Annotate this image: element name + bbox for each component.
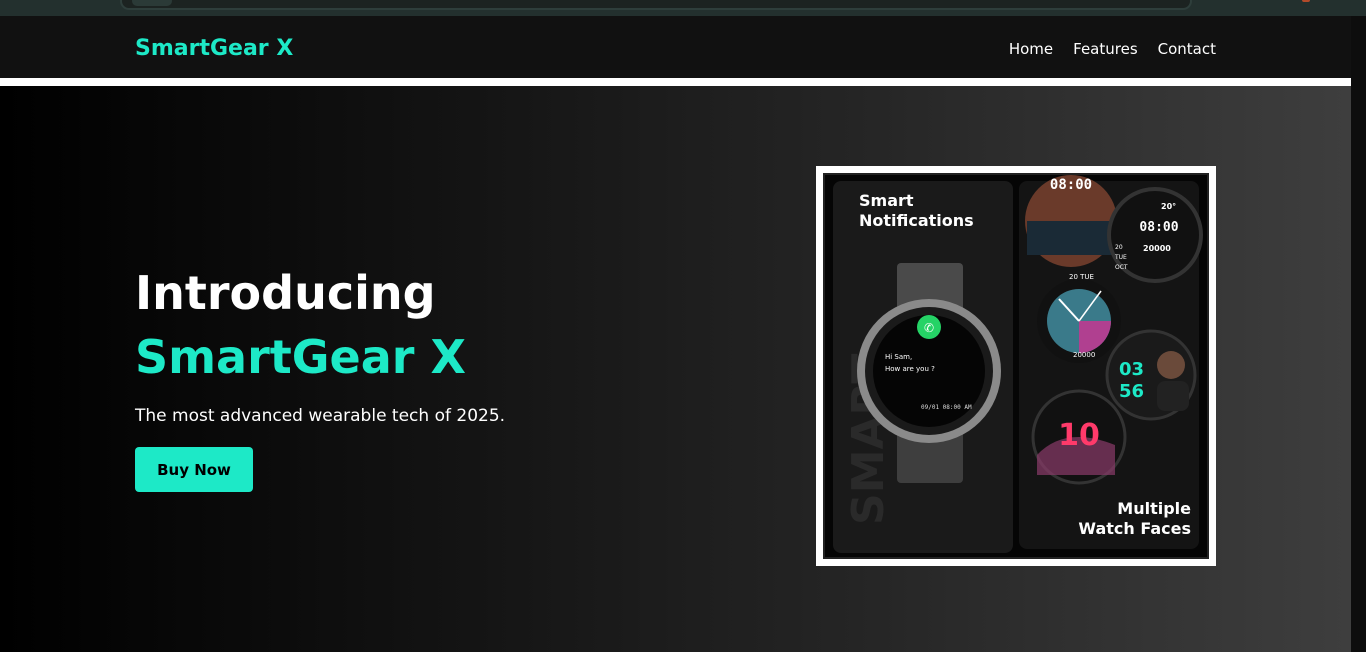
hero-title-product: SmartGear X bbox=[135, 330, 466, 384]
brand-logo[interactable]: SmartGear X bbox=[135, 36, 293, 61]
product-image-canvas: SMART ✆ Hi Sam, How are you ? 09/01 08:0… bbox=[823, 173, 1209, 559]
svg-text:✆: ✆ bbox=[924, 321, 934, 335]
svg-text:20: 20 bbox=[1115, 244, 1123, 251]
svg-text:56: 56 bbox=[1119, 381, 1144, 402]
watch-message-1: Hi Sam, bbox=[885, 353, 912, 361]
svg-text:10: 10 bbox=[1058, 418, 1100, 453]
smart-notifications-heading: Smart Notifications bbox=[859, 191, 974, 230]
browser-chrome bbox=[0, 0, 1366, 16]
svg-text:20°: 20° bbox=[1161, 202, 1176, 211]
watch-timestamp: 09/01 08:00 AM bbox=[921, 404, 972, 411]
svg-text:OCT: OCT bbox=[1115, 264, 1128, 271]
watch-message-2: How are you ? bbox=[885, 365, 935, 373]
buy-now-button[interactable]: Buy Now bbox=[135, 447, 253, 492]
nav-link-features[interactable]: Features bbox=[1073, 40, 1138, 58]
nav-link-home[interactable]: Home bbox=[1009, 40, 1053, 58]
nav-divider bbox=[0, 78, 1351, 86]
svg-text:08:00: 08:00 bbox=[1050, 177, 1092, 193]
svg-text:08:00: 08:00 bbox=[1139, 220, 1178, 235]
navbar: SmartGear X Home Features Contact bbox=[0, 16, 1351, 78]
hero-subtitle: The most advanced wearable tech of 2025. bbox=[135, 406, 506, 426]
svg-text:20000: 20000 bbox=[1143, 244, 1171, 253]
svg-text:TUE: TUE bbox=[1114, 254, 1127, 261]
hero-section: Introducing SmartGear X The most advance… bbox=[0, 86, 1351, 652]
nav-link-contact[interactable]: Contact bbox=[1158, 40, 1216, 58]
address-bar[interactable] bbox=[120, 0, 1192, 10]
svg-text:20000: 20000 bbox=[1073, 351, 1095, 359]
hero-title-intro: Introducing bbox=[135, 266, 436, 320]
svg-text:03: 03 bbox=[1119, 359, 1144, 380]
extension-icon[interactable] bbox=[1302, 0, 1310, 2]
product-image: SMART ✆ Hi Sam, How are you ? 09/01 08:0… bbox=[816, 166, 1216, 566]
nav-links: Home Features Contact bbox=[1009, 40, 1216, 58]
multiple-faces-heading: Multiple Watch Faces bbox=[1078, 499, 1191, 538]
